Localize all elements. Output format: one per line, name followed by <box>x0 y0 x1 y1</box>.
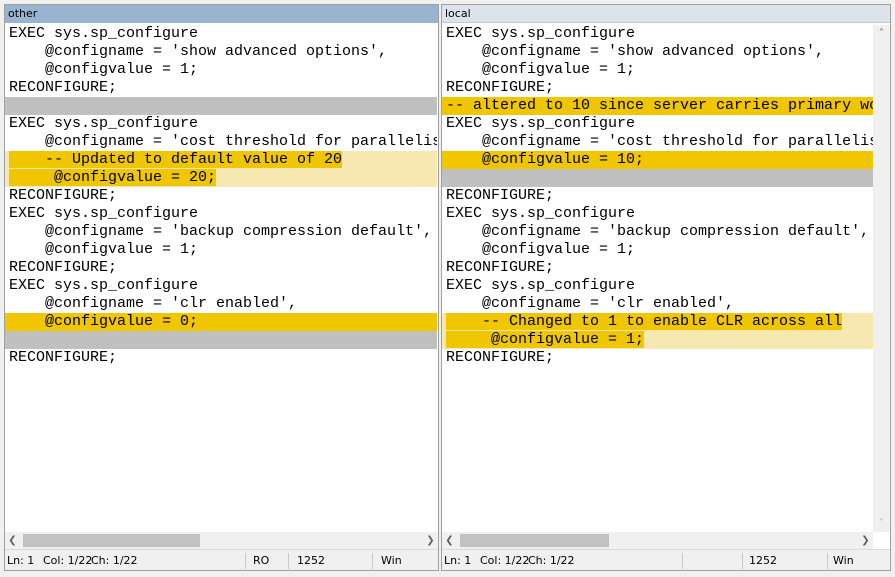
status-separator <box>682 553 683 569</box>
diff-changed-text: @configvalue = 20; <box>9 169 217 186</box>
status-separator <box>372 553 373 569</box>
code-line[interactable]: RECONFIGURE; <box>5 349 437 367</box>
scroll-thumb[interactable] <box>23 534 200 547</box>
code-line[interactable]: @configvalue = 1; <box>442 241 873 259</box>
diff-changed-line[interactable]: @configvalue = 0; <box>5 313 437 331</box>
diff-gap-line <box>442 169 873 187</box>
diff-gap-line <box>5 97 437 115</box>
code-line[interactable]: EXEC sys.sp_configure <box>442 205 873 223</box>
other-pane[interactable]: other EXEC sys.sp_configure @configname … <box>4 4 439 571</box>
chevron-right-icon[interactable]: ❯ <box>858 532 873 549</box>
code-view-local[interactable]: EXEC sys.sp_configure @configname = 'sho… <box>442 25 873 367</box>
code-line[interactable]: @configname = 'backup compression defaul… <box>5 223 437 241</box>
diff-changed-line[interactable]: @configvalue = 20; <box>5 169 437 187</box>
diff-changed-line[interactable]: -- Changed to 1 to enable CLR across all <box>442 313 873 331</box>
vertical-scrollbar-local[interactable]: ˄ ˅ <box>873 25 890 532</box>
status-column: Col: 1/22 <box>43 554 93 567</box>
diff-inserted-line[interactable]: -- altered to 10 since server carries pr… <box>442 97 873 115</box>
diff-changed-text: -- Updated to default value of 20 <box>9 151 343 168</box>
pane-title-local: local <box>442 5 890 23</box>
status-separator <box>288 553 289 569</box>
code-line[interactable]: EXEC sys.sp_configure <box>5 25 437 43</box>
code-view-other[interactable]: EXEC sys.sp_configure @configname = 'sho… <box>5 25 437 367</box>
status-column: Col: 1/22 <box>480 554 530 567</box>
status-char: Ch: 1/22 <box>91 554 138 567</box>
status-codepage: 1252 <box>297 554 325 567</box>
chevron-up-icon[interactable]: ˄ <box>873 25 890 42</box>
status-separator <box>827 553 828 569</box>
status-line: Ln: 1 <box>444 554 472 567</box>
code-line[interactable]: RECONFIGURE; <box>5 79 437 97</box>
diff-changed-line[interactable]: -- Updated to default value of 20 <box>5 151 437 169</box>
chevron-right-icon[interactable]: ❯ <box>423 532 438 549</box>
chevron-left-icon[interactable]: ❮ <box>442 532 457 549</box>
code-line[interactable]: @configvalue = 1; <box>5 241 437 259</box>
status-separator <box>245 553 246 569</box>
diff-changed-text: @configvalue = 1; <box>446 331 645 348</box>
horizontal-scrollbar-other[interactable]: ❮ ❯ <box>5 532 438 549</box>
status-separator <box>742 553 743 569</box>
chevron-left-icon[interactable]: ❮ <box>5 532 20 549</box>
diff-changed-line[interactable]: @configvalue = 1; <box>442 331 873 349</box>
code-line[interactable]: @configname = 'clr enabled', <box>442 295 873 313</box>
pane-title-other: other <box>5 5 438 23</box>
code-line[interactable]: @configvalue = 1; <box>5 61 437 79</box>
code-line[interactable]: @configname = 'backup compression defaul… <box>442 223 873 241</box>
status-codepage: 1252 <box>749 554 777 567</box>
diff-gap-line <box>5 331 437 349</box>
code-line[interactable]: @configname = 'cost threshold for parall… <box>442 133 873 151</box>
status-bar-local: Ln: 1 Col: 1/22 Ch: 1/22 1252 Win <box>442 549 890 570</box>
code-line[interactable]: EXEC sys.sp_configure <box>442 115 873 133</box>
status-eol: Win <box>833 554 854 567</box>
status-bar-other: Ln: 1 Col: 1/22 Ch: 1/22 RO 1252 Win <box>5 549 438 570</box>
code-line[interactable]: @configname = 'cost threshold for parall… <box>5 133 437 151</box>
code-line[interactable]: RECONFIGURE; <box>442 259 873 277</box>
horizontal-scrollbar-local[interactable]: ❮ ❯ <box>442 532 873 549</box>
code-line[interactable]: EXEC sys.sp_configure <box>442 277 873 295</box>
code-line[interactable]: RECONFIGURE; <box>5 187 437 205</box>
code-line[interactable]: @configname = 'show advanced options', <box>442 43 873 61</box>
code-line[interactable]: RECONFIGURE; <box>5 259 437 277</box>
status-mode: RO <box>253 554 270 567</box>
code-line[interactable]: EXEC sys.sp_configure <box>5 115 437 133</box>
local-pane[interactable]: local EXEC sys.sp_configure @configname … <box>441 4 891 571</box>
code-line[interactable]: RECONFIGURE; <box>442 187 873 205</box>
code-line[interactable]: EXEC sys.sp_configure <box>5 205 437 223</box>
code-line[interactable]: @configvalue = 1; <box>442 61 873 79</box>
scroll-thumb[interactable] <box>460 534 609 547</box>
code-line[interactable]: RECONFIGURE; <box>442 79 873 97</box>
code-line[interactable]: EXEC sys.sp_configure <box>5 277 437 295</box>
code-line[interactable]: @configname = 'clr enabled', <box>5 295 437 313</box>
status-char: Ch: 1/22 <box>528 554 575 567</box>
status-eol: Win <box>381 554 402 567</box>
code-line[interactable]: @configname = 'show advanced options', <box>5 43 437 61</box>
code-line[interactable]: RECONFIGURE; <box>442 349 873 367</box>
diff-changed-text: -- Changed to 1 to enable CLR across all <box>446 313 843 330</box>
status-line: Ln: 1 <box>7 554 35 567</box>
code-line[interactable]: EXEC sys.sp_configure <box>442 25 873 43</box>
chevron-down-icon[interactable]: ˅ <box>873 515 890 532</box>
diff-changed-line[interactable]: @configvalue = 10; <box>442 151 873 169</box>
